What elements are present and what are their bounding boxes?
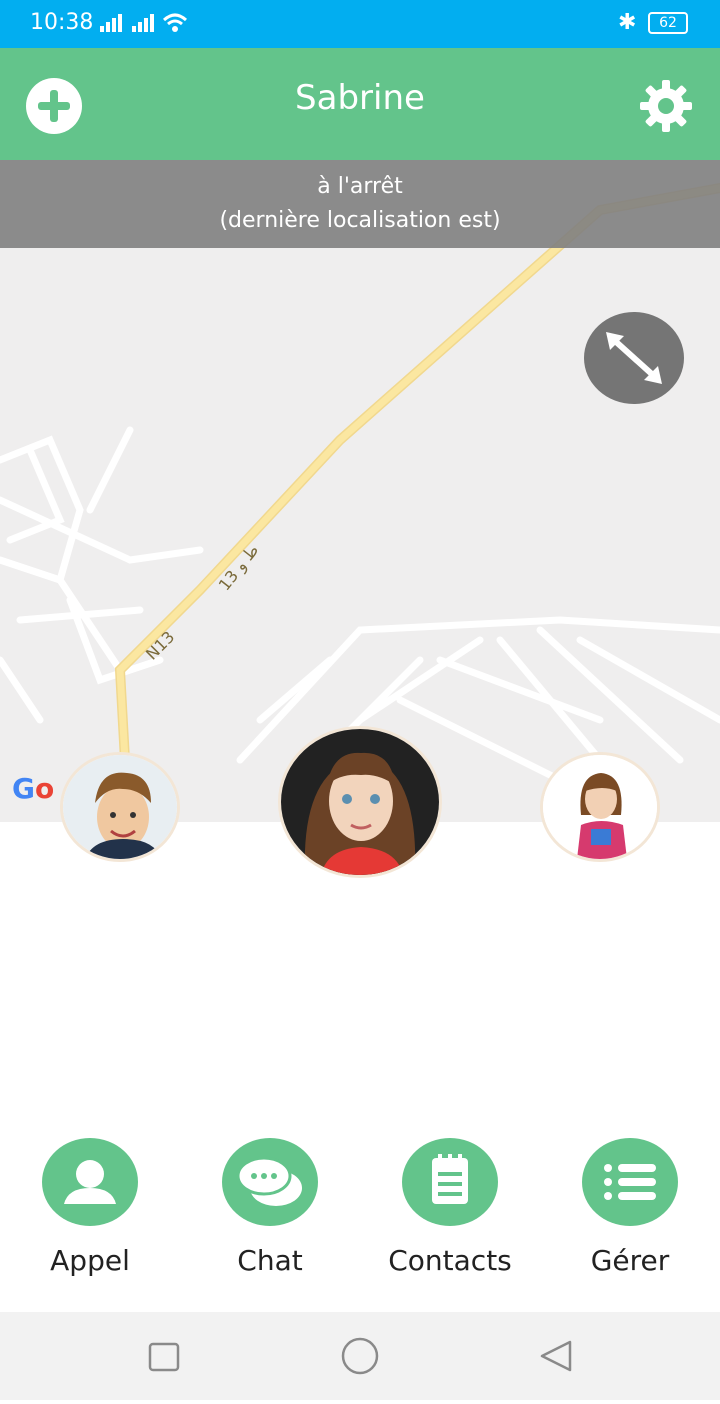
- status-line-2: (dernière localisation est): [219, 208, 501, 233]
- signal-wifi-icon: [100, 13, 188, 32]
- app-header: Sabrine: [0, 48, 720, 160]
- contacts-label: Contacts: [388, 1244, 512, 1277]
- manage-label: Gérer: [590, 1244, 670, 1277]
- gear-icon[interactable]: [636, 76, 696, 136]
- back-icon[interactable]: [540, 1340, 572, 1372]
- system-nav-bar: [0, 1312, 720, 1400]
- call-button[interactable]: Appel: [0, 1138, 180, 1277]
- map-roads: [0, 183, 720, 784]
- map-view[interactable]: 13 ﻁ و N13: [0, 160, 720, 822]
- manage-button[interactable]: Gérer: [540, 1138, 720, 1277]
- list-icon: [582, 1138, 678, 1226]
- expand-arrows-icon: [606, 332, 662, 384]
- google-logo: Go: [12, 772, 55, 805]
- home-icon[interactable]: [341, 1337, 379, 1375]
- bluetooth-icon: ✱: [618, 10, 637, 35]
- call-label: Appel: [50, 1244, 130, 1277]
- chat-button[interactable]: Chat: [180, 1138, 360, 1277]
- child-avatar-girl-selected[interactable]: [278, 726, 442, 878]
- notepad-icon: [402, 1138, 498, 1226]
- contacts-button[interactable]: Contacts: [360, 1138, 540, 1277]
- person-icon: [42, 1138, 138, 1226]
- page-title: Sabrine: [295, 78, 425, 118]
- recents-icon[interactable]: [148, 1342, 180, 1372]
- child-avatar-toddler[interactable]: [540, 752, 660, 862]
- chat-label: Chat: [237, 1244, 303, 1277]
- expand-map-button[interactable]: [584, 312, 684, 404]
- child-avatar-boy[interactable]: [60, 752, 180, 862]
- battery-indicator: 62: [648, 12, 688, 34]
- status-line-1: à l'arrêt: [317, 174, 403, 199]
- chat-bubbles-icon: [222, 1138, 318, 1226]
- location-status-banner: à l'arrêt (dernière localisation est): [0, 160, 720, 248]
- status-time: 10:38: [30, 10, 94, 35]
- system-status-bar: 10:38 ✱ 62: [0, 0, 720, 48]
